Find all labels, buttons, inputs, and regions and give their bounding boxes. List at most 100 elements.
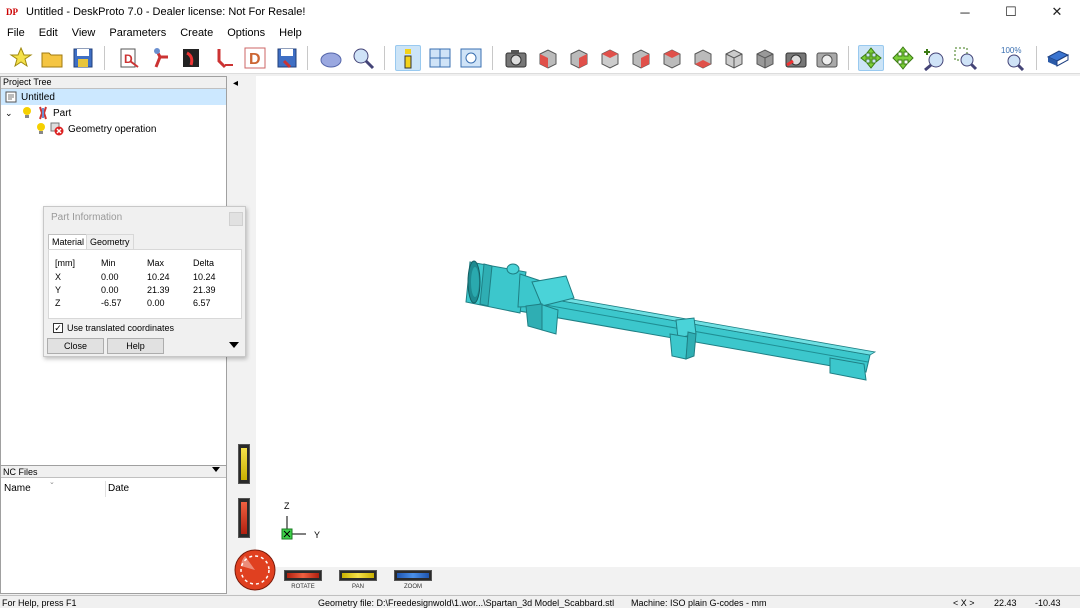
new-project-icon[interactable] — [8, 45, 34, 71]
menu-bar: File Edit View Parameters Create Options… — [0, 24, 1080, 42]
menu-help[interactable]: Help — [272, 27, 309, 39]
project-icon — [5, 91, 17, 103]
menu-file[interactable]: File — [0, 27, 32, 39]
object-icon[interactable] — [318, 45, 344, 71]
menu-parameters[interactable]: Parameters — [102, 27, 173, 39]
view-back-icon[interactable] — [566, 45, 592, 71]
row-delta: 6.57 — [193, 298, 211, 308]
tab-material[interactable]: Material — [48, 234, 89, 249]
pan-icon[interactable] — [890, 45, 916, 71]
info-icon[interactable] — [395, 45, 421, 71]
collapse-arrow-icon[interactable]: ◂ — [233, 78, 238, 89]
pan-control[interactable] — [339, 570, 377, 581]
red-slider[interactable] — [238, 498, 250, 538]
close-button[interactable]: Close — [47, 338, 104, 354]
operation-error-icon — [50, 122, 64, 136]
minimize-button[interactable]: ─ — [942, 0, 988, 24]
column-date[interactable]: Date — [108, 483, 129, 494]
view-right-icon[interactable] — [628, 45, 654, 71]
camera-restore-icon[interactable] — [814, 45, 840, 71]
unit-header: [mm] — [55, 258, 75, 268]
tree-label-part: Part — [53, 107, 72, 119]
rotate-icon[interactable] — [858, 45, 884, 71]
save-icon[interactable] — [70, 45, 96, 71]
rotate-dial-icon[interactable] — [232, 547, 278, 593]
expand-arrow-icon[interactable] — [229, 342, 239, 348]
menu-options[interactable]: Options — [220, 27, 272, 39]
title-bar: DP Untitled - DeskProto 7.0 - Dealer lic… — [0, 0, 1080, 24]
project-tree-header: Project Tree — [1, 77, 226, 89]
chevron-down-icon[interactable]: ⌄ — [5, 108, 15, 119]
three-axis-wizard-icon[interactable] — [179, 45, 205, 71]
nc-files-columns: Name ⌄ Date — [1, 479, 226, 497]
tree-label-untitled: Untitled — [21, 91, 55, 103]
min-header: Min — [101, 258, 116, 268]
menu-edit[interactable]: Edit — [32, 27, 65, 39]
tree-item-untitled[interactable]: Untitled — [1, 89, 226, 105]
row-max: 10.24 — [147, 272, 170, 282]
row-max: 21.39 — [147, 285, 170, 295]
zoom-in-icon[interactable] — [921, 45, 947, 72]
window-title: Untitled - DeskProto 7.0 - Dealer licens… — [26, 6, 306, 18]
view-layout-icon[interactable] — [427, 45, 453, 71]
nc-files-header: NC Files — [1, 465, 226, 478]
svg-text:D: D — [124, 52, 133, 66]
view-bottom-icon[interactable] — [690, 45, 716, 71]
maximize-button[interactable]: ☐ — [988, 0, 1034, 24]
row-max: 0.00 — [147, 298, 165, 308]
delta-header: Delta — [193, 258, 215, 268]
drawing-wizard-icon[interactable]: D — [242, 45, 268, 71]
camera-save-icon[interactable] — [783, 45, 809, 71]
zoom-window-icon[interactable] — [952, 45, 978, 71]
viewport-3d[interactable]: Z Y — [230, 76, 1080, 594]
svg-text:D: D — [249, 51, 261, 68]
nc-files-title: NC Files — [3, 467, 38, 477]
dialog-title: Part Information — [51, 212, 123, 223]
axis-indicator — [281, 516, 306, 540]
axis-y-label: Y — [314, 530, 321, 540]
status-bar: For Help, press F1 Geometry file: D:\Fre… — [0, 595, 1080, 608]
translated-coordinates-label: Use translated coordinates — [67, 323, 175, 333]
open-icon[interactable] — [39, 45, 65, 71]
menu-create[interactable]: Create — [173, 27, 220, 39]
dialog-close-button[interactable] — [229, 212, 243, 226]
view-top-icon[interactable] — [659, 45, 685, 71]
menu-view[interactable]: View — [65, 27, 103, 39]
navigation-controls: ROTATE PAN ZOOM — [230, 549, 1080, 594]
translated-coordinates-checkbox[interactable]: ✓ — [53, 323, 63, 333]
lightbulb-icon[interactable] — [35, 122, 47, 136]
zoom-control[interactable] — [394, 570, 432, 581]
scabbard-model — [465, 260, 877, 381]
dropdown-arrow-icon[interactable] — [212, 467, 220, 472]
preview-icon[interactable] — [458, 45, 484, 71]
view-iso-icon[interactable] — [721, 45, 747, 71]
help-button[interactable]: Help — [107, 338, 164, 354]
view-left-icon[interactable] — [597, 45, 623, 71]
rotate-control[interactable] — [284, 570, 322, 581]
row-axis: X — [55, 272, 62, 282]
part-information-dialog: Part Information Material Geometry [mm] … — [43, 206, 246, 357]
part-wizard-2-icon[interactable] — [148, 45, 174, 71]
book-icon[interactable] — [1045, 45, 1071, 71]
yellow-slider[interactable] — [238, 444, 250, 484]
row-delta: 10.24 — [193, 272, 216, 282]
camera-icon[interactable] — [503, 45, 529, 71]
vector-wizard-icon[interactable] — [211, 45, 237, 71]
tab-geometry[interactable]: Geometry — [86, 234, 134, 249]
part-icon — [39, 106, 47, 120]
nc-file-icon[interactable] — [274, 45, 300, 71]
close-window-button[interactable]: ✕ — [1034, 0, 1080, 24]
zoom-100-icon[interactable]: 100% — [1000, 45, 1028, 72]
rotate-label: ROTATE — [291, 584, 315, 590]
part-wizard-icon[interactable]: D — [116, 45, 142, 71]
tree-item-part[interactable]: ⌄ Part — [1, 105, 226, 121]
column-name[interactable]: Name — [4, 483, 31, 494]
zoom-part-icon[interactable] — [350, 45, 376, 71]
sort-arrow-icon: ⌄ — [49, 479, 55, 486]
view-iso-2-icon[interactable] — [752, 45, 778, 71]
lightbulb-icon[interactable] — [21, 106, 33, 120]
pan-label: PAN — [352, 584, 364, 590]
model-view[interactable] — [230, 76, 1080, 594]
view-front-icon[interactable] — [535, 45, 561, 71]
tree-item-geometry-operation[interactable]: Geometry operation — [1, 121, 226, 137]
